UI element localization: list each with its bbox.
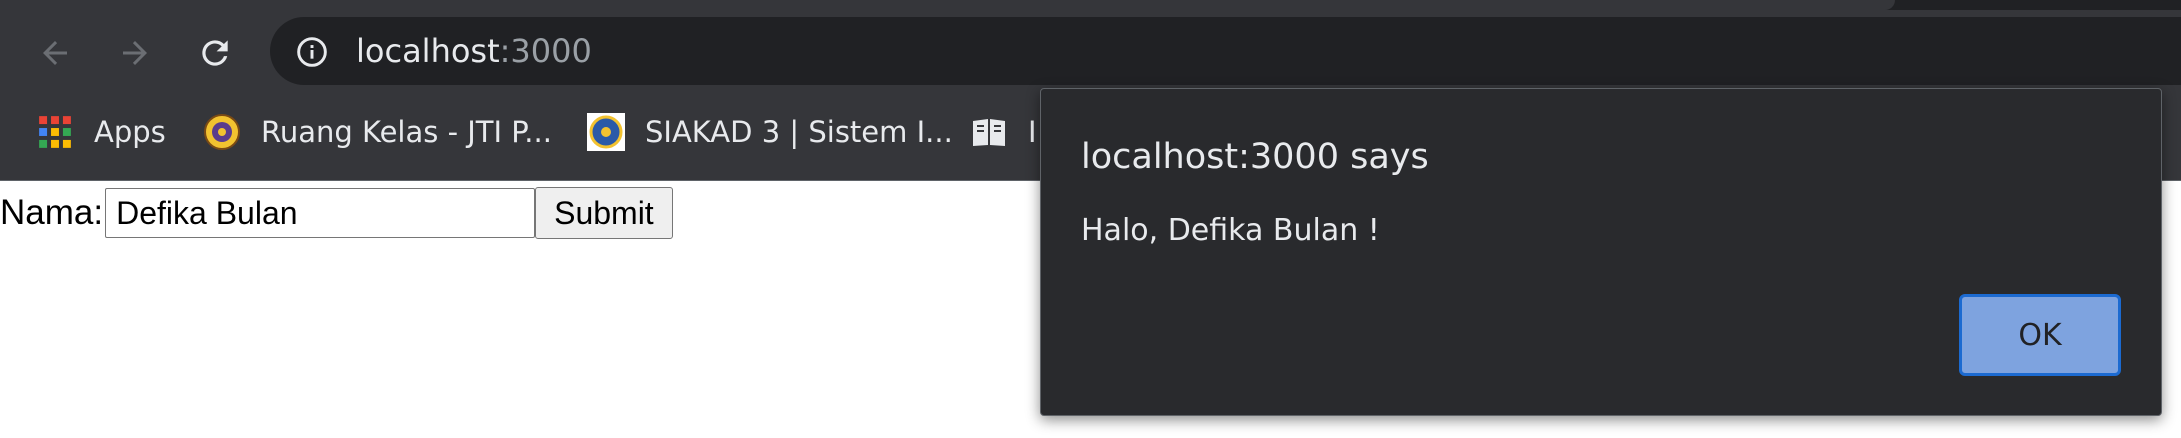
book-icon (970, 113, 1008, 151)
dialog-message: Halo, Defika Bulan ! (1081, 213, 1380, 248)
forward-button[interactable] (112, 30, 158, 76)
name-label: Nama: (0, 193, 104, 232)
bookmark-book[interactable]: I (970, 110, 1037, 154)
back-arrow-icon (43, 41, 67, 65)
university-logo-icon (587, 113, 625, 151)
bookmark-siakad[interactable]: SIAKAD 3 | Sistem I... (587, 110, 953, 154)
url-text: localhost:3000 (356, 33, 592, 69)
apps-grid-icon (36, 113, 74, 151)
address-bar[interactable]: localhost:3000 (270, 17, 2181, 85)
back-button[interactable] (32, 30, 78, 76)
bookmark-label: I (1028, 115, 1037, 149)
submit-button[interactable]: Submit (535, 187, 673, 239)
reload-button[interactable] (192, 30, 238, 76)
info-icon[interactable] (296, 36, 328, 68)
dialog-title: localhost:3000 says (1081, 137, 1429, 177)
alert-dialog: localhost:3000 says Halo, Defika Bulan !… (1040, 88, 2162, 416)
forward-arrow-icon (123, 41, 147, 65)
bookmark-apps[interactable]: Apps (36, 110, 166, 154)
reload-icon (202, 40, 228, 66)
name-form: Nama: Submit (0, 186, 673, 240)
bookmark-label: SIAKAD 3 | Sistem I... (645, 115, 953, 149)
bookmark-label: Ruang Kelas - JTI P... (261, 115, 552, 149)
url-port: :3000 (499, 32, 592, 70)
bookmark-ruang-kelas[interactable]: Ruang Kelas - JTI P... (203, 110, 552, 154)
university-logo-icon (203, 113, 241, 151)
ok-button[interactable]: OK (1959, 294, 2121, 376)
bookmark-label: Apps (94, 115, 166, 149)
url-host: localhost (356, 32, 500, 70)
active-tab[interactable] (0, 0, 1895, 10)
browser-toolbar: localhost:3000 (0, 10, 2181, 92)
name-input[interactable] (105, 188, 536, 238)
